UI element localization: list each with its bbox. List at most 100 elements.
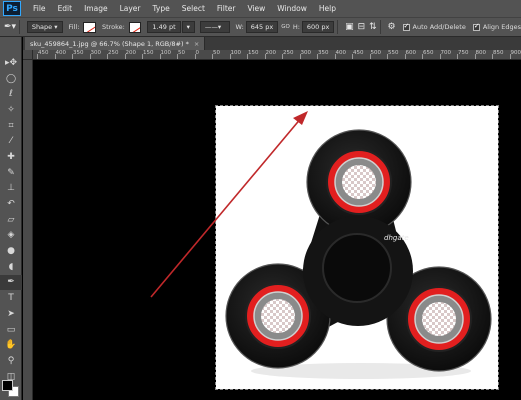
- link-dimensions-icon[interactable]: GO: [281, 24, 290, 30]
- lasso-tool-icon[interactable]: ℓ: [0, 86, 22, 102]
- ruler-label: 600: [405, 50, 417, 56]
- ruler-label: 100: [160, 50, 172, 56]
- ruler-tick: [492, 54, 493, 59]
- ruler-label: 400: [335, 50, 347, 56]
- magic-wand-tool-icon[interactable]: ✧: [0, 102, 22, 118]
- eraser-tool-icon[interactable]: ▱: [0, 212, 22, 228]
- pen-tool-preset-icon[interactable]: ✒▾: [4, 22, 16, 32]
- ruler-label: 250: [108, 50, 119, 56]
- divider: [337, 20, 339, 34]
- align-edges-checkbox[interactable]: [472, 22, 480, 31]
- eyedropper-tool-icon[interactable]: ⁄: [0, 133, 22, 149]
- path-alignment-icon[interactable]: ⊟: [358, 22, 366, 32]
- ruler-tick: [124, 54, 126, 59]
- pen-tool-icon[interactable]: ✒: [0, 274, 22, 291]
- ruler-tick: [352, 54, 353, 59]
- gear-icon[interactable]: ⚙: [387, 22, 395, 32]
- ruler-tick: [299, 54, 301, 59]
- ruler-label: 650: [423, 50, 434, 56]
- toolbox: ▸✥ ◯ ℓ ✧ ⌗ ⁄ ✚ ✎ ⊥ ↶ ▱ ◈ ● ◖ ✒ T ➤ ▭ ✋ ⚲…: [0, 37, 22, 400]
- menu-file[interactable]: File: [27, 4, 52, 13]
- ruler-tick: [194, 54, 196, 59]
- ruler-label: 50: [213, 50, 220, 56]
- menu-filter[interactable]: Filter: [211, 4, 242, 13]
- ruler-tick: [107, 54, 108, 59]
- dodge-tool-icon[interactable]: ◖: [0, 259, 22, 275]
- ruler-tick: [142, 54, 143, 59]
- menu-view[interactable]: View: [241, 4, 271, 13]
- h-label: H:: [292, 23, 300, 31]
- ruler-label: 400: [55, 50, 67, 56]
- move-tool-icon[interactable]: ▸✥: [0, 55, 22, 71]
- tool-mode-select[interactable]: Shape ▾: [26, 21, 63, 33]
- ruler-tick: [369, 54, 371, 59]
- stroke-swatch[interactable]: [128, 21, 142, 33]
- menu-window[interactable]: Window: [271, 4, 313, 13]
- healing-brush-tool-icon[interactable]: ✚: [0, 149, 22, 165]
- ruler-tick: [54, 54, 56, 59]
- auto-add-delete-label: Auto Add/Delete: [412, 23, 466, 31]
- marquee-tool-icon[interactable]: ◯: [0, 71, 22, 87]
- menu-help[interactable]: Help: [313, 4, 342, 13]
- clone-stamp-tool-icon[interactable]: ⊥: [0, 181, 22, 197]
- ruler-label: 700: [440, 50, 452, 56]
- menu-edit[interactable]: Edit: [52, 4, 79, 13]
- ruler-tick: [509, 54, 511, 59]
- ruler-label: 50: [178, 50, 185, 56]
- ruler-label: 800: [475, 50, 487, 56]
- height-value: 600 px: [306, 23, 330, 31]
- ruler-tick: [317, 54, 318, 59]
- rectangle-tool-icon[interactable]: ▭: [0, 322, 22, 338]
- canvas-area[interactable]: dhgate: [34, 61, 521, 400]
- zoom-tool-icon[interactable]: ⚲: [0, 353, 22, 369]
- ruler-tick: [177, 54, 178, 59]
- menu-layer[interactable]: Layer: [114, 4, 147, 13]
- divider: [19, 20, 20, 34]
- document-tab[interactable]: sku_459864_1.jpg @ 66.7% (Shape 1, RGB/8…: [25, 37, 206, 50]
- ruler-origin[interactable]: [23, 50, 33, 60]
- width-value: 645 px: [250, 23, 274, 31]
- width-field[interactable]: 645 px: [245, 21, 279, 33]
- align-edges-option[interactable]: Align Edges: [472, 22, 521, 31]
- vertical-ruler[interactable]: [23, 50, 33, 400]
- ruler-label: 200: [125, 50, 137, 56]
- paint-bucket-tool-icon[interactable]: ◈: [0, 228, 22, 244]
- crop-tool-icon[interactable]: ⌗: [0, 118, 22, 134]
- ruler-tick: [282, 54, 283, 59]
- horizontal-ruler[interactable]: 450 400 350 300 250 200 150 100 50 0 50 100 150 200 25…: [33, 50, 521, 60]
- ruler-label: 350: [318, 50, 329, 56]
- ruler-label: 0: [195, 50, 200, 56]
- stroke-width-dropdown[interactable]: ▾: [181, 21, 195, 33]
- ruler-tick: [404, 54, 406, 59]
- auto-add-delete-option[interactable]: Auto Add/Delete: [402, 22, 466, 31]
- color-swatches[interactable]: [2, 380, 20, 398]
- fill-swatch[interactable]: [83, 21, 96, 33]
- menu-image[interactable]: Image: [78, 4, 114, 13]
- path-selection-tool-icon[interactable]: ➤: [0, 306, 22, 322]
- document-tab-title: sku_459864_1.jpg @ 66.7% (Shape 1, RGB/8…: [30, 39, 189, 48]
- type-tool-icon[interactable]: T: [0, 290, 22, 306]
- menu-select[interactable]: Select: [176, 4, 211, 13]
- stroke-width-field[interactable]: 1.49 pt: [147, 21, 181, 33]
- ruler-label: 900: [510, 50, 521, 56]
- stroke-label: Stroke:: [101, 23, 125, 31]
- ruler-tick: [457, 54, 458, 59]
- ruler-label: 150: [248, 50, 259, 56]
- ruler-label: 500: [370, 50, 382, 56]
- foreground-color[interactable]: [2, 380, 13, 391]
- path-operations-icon[interactable]: ▣: [345, 22, 354, 32]
- hand-tool-icon[interactable]: ✋: [0, 337, 22, 353]
- stroke-type-select[interactable]: ——▾: [199, 21, 230, 33]
- ruler-tick: [474, 54, 476, 59]
- pen-path-arrow[interactable]: [34, 61, 521, 400]
- menu-type[interactable]: Type: [147, 4, 176, 13]
- path-arrangement-icon[interactable]: ⇅: [369, 22, 377, 32]
- ruler-label: 450: [38, 50, 49, 56]
- close-icon[interactable]: ×: [194, 40, 199, 48]
- blur-tool-icon[interactable]: ●: [0, 243, 22, 259]
- history-brush-tool-icon[interactable]: ↶: [0, 196, 22, 212]
- height-field[interactable]: 600 px: [301, 21, 335, 33]
- auto-add-delete-checkbox[interactable]: [402, 22, 410, 31]
- brush-tool-icon[interactable]: ✎: [0, 165, 22, 181]
- ruler-label: 100: [230, 50, 242, 56]
